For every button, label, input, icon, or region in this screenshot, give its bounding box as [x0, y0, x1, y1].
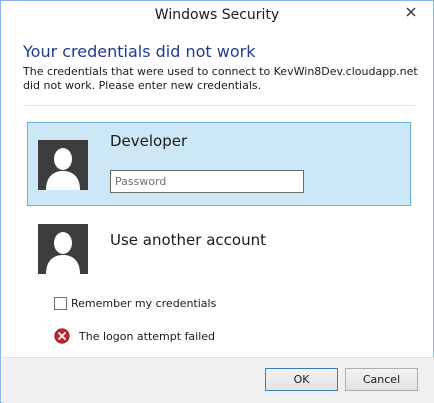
window-title: Windows Security [154, 7, 280, 23]
close-button[interactable] [399, 2, 423, 22]
account-tile-developer[interactable]: Developer [27, 122, 411, 206]
dialog-description: The credentials that were used to connec… [23, 65, 418, 92]
remember-checkbox[interactable] [54, 297, 67, 310]
security-dialog: Windows Security Your credentials did no… [0, 0, 434, 403]
close-icon [406, 7, 416, 17]
password-input[interactable] [110, 170, 304, 193]
button-bar: OK Cancel [2, 357, 434, 403]
error-message: The logon attempt failed [54, 328, 215, 344]
account-name: Developer [110, 132, 188, 150]
ok-button[interactable]: OK [265, 368, 338, 391]
error-text: The logon attempt failed [79, 329, 216, 343]
cancel-button[interactable]: Cancel [345, 368, 418, 391]
error-icon [54, 328, 70, 344]
user-silhouette-icon [46, 232, 80, 274]
dialog-heading: Your credentials did not work [23, 42, 256, 61]
user-silhouette-icon [46, 148, 80, 190]
account-tile-other[interactable]: Use another account [27, 206, 411, 290]
remember-label: Remember my credentials [71, 297, 217, 310]
remember-credentials[interactable]: Remember my credentials [54, 297, 216, 310]
divider [23, 105, 415, 106]
title-bar[interactable]: Windows Security [1, 1, 433, 33]
user-avatar [38, 224, 88, 274]
user-avatar [38, 140, 88, 190]
account-name: Use another account [110, 231, 266, 249]
